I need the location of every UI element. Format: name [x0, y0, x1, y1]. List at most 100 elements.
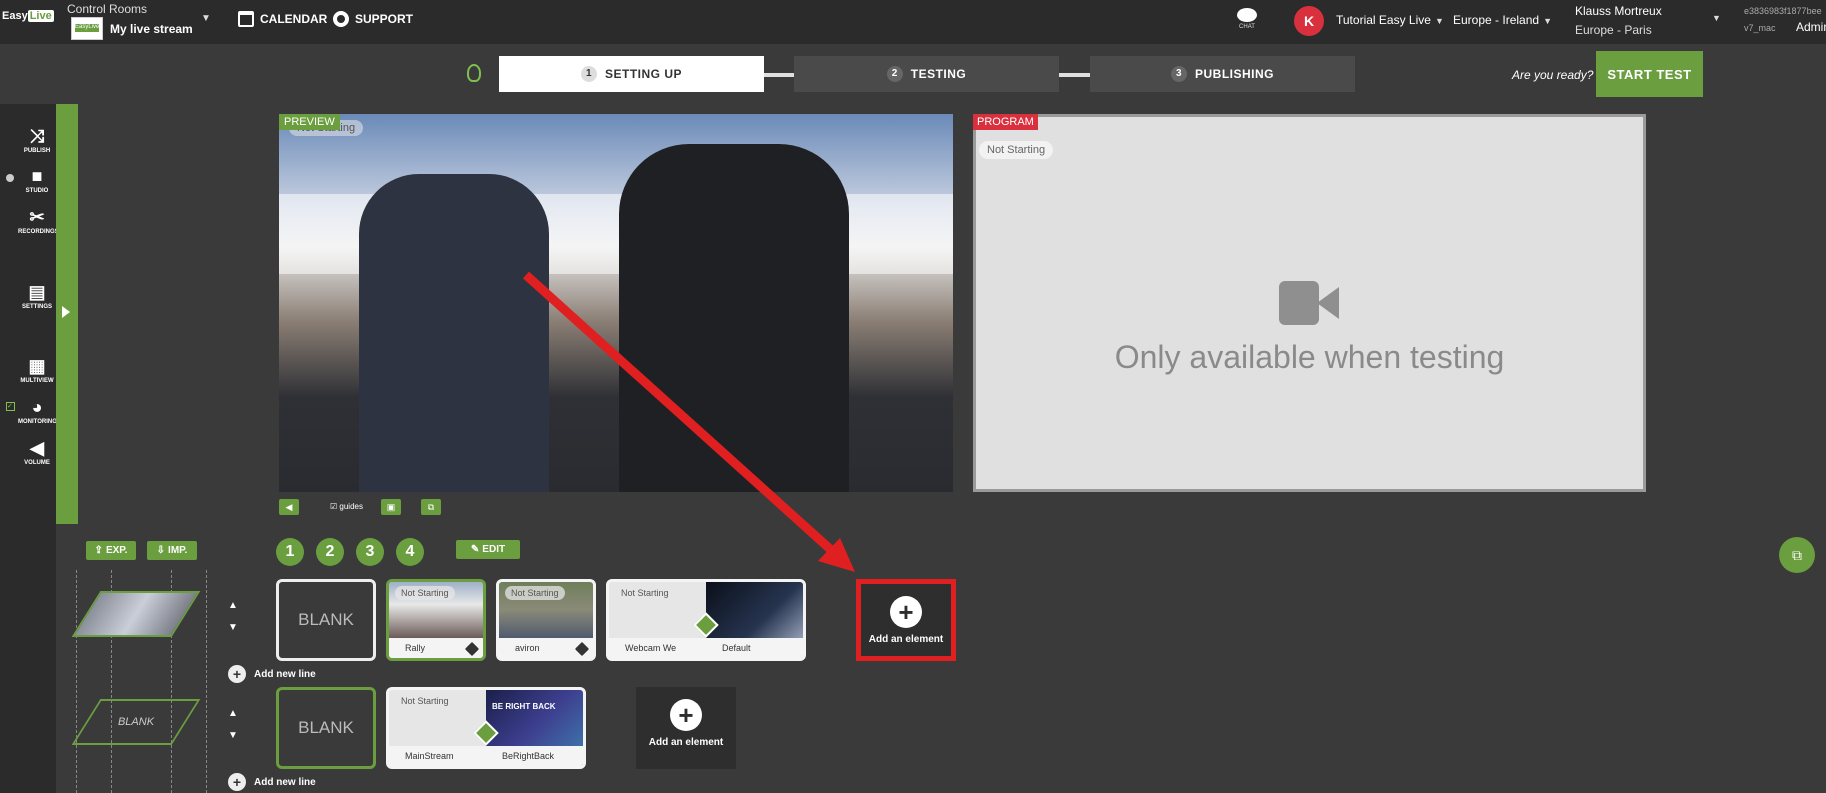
avatar[interactable]: K: [1294, 6, 1324, 36]
edit-button[interactable]: ✎ EDIT: [456, 540, 520, 559]
layout-icon[interactable]: ▣: [381, 499, 401, 515]
account-selector[interactable]: Tutorial Easy Live ▼: [1336, 13, 1444, 27]
move-down-icon[interactable]: ▼: [228, 622, 238, 633]
sidebar-item-label: MONITORING: [18, 419, 57, 425]
sidebar-item-multiview[interactable]: ▦ MULTIVIEW: [18, 356, 56, 384]
pencil-icon: ✎: [470, 544, 480, 555]
add-new-line-label: Add new line: [254, 776, 316, 788]
guides-label: guides: [339, 502, 363, 511]
logo-text: Easy: [2, 10, 28, 22]
chat-button[interactable]: CHAT: [1234, 8, 1260, 30]
step-bar: 1 SETTING UP 2 TESTING 3 PUBLISHING Are you…: [0, 44, 1826, 104]
status-badge: Not Starting: [395, 586, 455, 600]
sidebar-item-studio[interactable]: ■ STUDIO: [18, 166, 56, 194]
add-new-line-button[interactable]: + Add new line: [228, 773, 316, 791]
logo-live: Live: [27, 10, 54, 22]
blank-tile[interactable]: BLANK: [276, 687, 376, 769]
sidebar-item-recordings[interactable]: ✂ RECORDINGS: [18, 207, 59, 235]
guides-toggle[interactable]: ☑ guides: [330, 502, 363, 511]
add-element-label: Add an element: [648, 737, 724, 748]
plus-icon: +: [670, 699, 702, 731]
ready-prompt: Are you ready?: [1512, 68, 1594, 82]
add-new-line-button[interactable]: + Add new line: [228, 665, 316, 683]
start-test-button[interactable]: START TEST: [1596, 51, 1703, 97]
layer-button-3[interactable]: 3: [356, 538, 384, 566]
blank-label: BLANK: [117, 716, 155, 728]
chat-icon: [1237, 8, 1257, 22]
edit-label: EDIT: [482, 544, 506, 555]
caret-down-icon[interactable]: ▼: [201, 13, 211, 24]
step-number: 1: [580, 66, 597, 82]
upload-icon: ⇪: [94, 545, 103, 556]
scene-line-2-preview[interactable]: BLANK: [71, 699, 201, 745]
active-indicator: [6, 174, 14, 182]
logo[interactable]: Easy Live: [2, 10, 54, 30]
stream-selector[interactable]: My live stream: [110, 22, 193, 36]
sidebar-toggle[interactable]: [56, 104, 78, 524]
caret-down-icon[interactable]: ▼: [1712, 13, 1721, 23]
layer-button-2[interactable]: 2: [316, 538, 344, 566]
calendar-icon: [238, 11, 254, 27]
layer-button-4[interactable]: 4: [396, 538, 424, 566]
add-element-button[interactable]: + Add an element: [636, 687, 736, 769]
audio-button[interactable]: ◀: [279, 499, 299, 515]
step-label: PUBLISHING: [1194, 67, 1274, 81]
nav-calendar[interactable]: CALENDAR: [238, 11, 327, 27]
preview-person-right: [619, 144, 849, 492]
layer-button-1[interactable]: 1: [276, 538, 304, 566]
step-connector: [1059, 73, 1090, 77]
left-sidebar: ✓ ⤨ PUBLISH ■ STUDIO ✂ RECORDINGS ▤ SETTINGS…: [0, 104, 59, 793]
sidebar-item-label: VOLUME: [24, 460, 50, 466]
step-testing[interactable]: 2 TESTING: [794, 56, 1059, 92]
nav-support-label: SUPPORT: [355, 12, 414, 26]
status-badge: Not Starting: [615, 586, 675, 600]
export-button[interactable]: ⇪ EXP.: [86, 541, 136, 560]
step-label: TESTING: [910, 67, 967, 81]
step-setting-up[interactable]: 1 SETTING UP: [499, 56, 764, 92]
check-icon[interactable]: ✓: [6, 402, 15, 411]
sidebar-item-publish[interactable]: ⤨ PUBLISH: [18, 126, 56, 154]
move-down-icon[interactable]: ▼: [228, 730, 238, 741]
add-new-line-label: Add new line: [254, 668, 316, 680]
sidebar-item-label: STUDIO: [25, 188, 49, 194]
step-publishing[interactable]: 3 PUBLISHING: [1090, 56, 1355, 92]
program-message: Only available when testing: [1114, 339, 1505, 375]
grid-icon: ▦: [28, 356, 46, 376]
region-selector[interactable]: Europe - Ireland ▼: [1453, 13, 1552, 27]
element-tile-aviron[interactable]: Not Starting aviron: [496, 579, 596, 661]
role-label: Admin: [1796, 20, 1826, 34]
nav-support[interactable]: SUPPORT: [333, 11, 413, 27]
tile-caption: Default: [706, 638, 803, 658]
element-tile-rally[interactable]: Not Starting Rally: [386, 579, 486, 661]
sidebar-item-volume[interactable]: ◀ VOLUME: [18, 438, 56, 466]
plus-icon: +: [228, 665, 246, 683]
speaker-icon: ◀: [30, 438, 44, 458]
move-up-icon[interactable]: ▲: [228, 708, 238, 719]
step-connector: [764, 73, 794, 77]
lifebuoy-icon: [333, 11, 349, 27]
expand-icon[interactable]: ⧉: [1779, 537, 1815, 573]
nav-calendar-label: CALENDAR: [260, 12, 328, 26]
chevron-right-icon: [62, 306, 70, 318]
add-element-button[interactable]: + Add an element: [856, 579, 956, 661]
caret-down-icon: ▼: [1434, 16, 1444, 26]
plus-icon: +: [228, 773, 246, 791]
element-tile-mainstream-pair[interactable]: BE RIGHT BACK Not Starting MainStream Be…: [386, 687, 586, 769]
import-button[interactable]: ⇩ IMP.: [147, 541, 197, 560]
top-bar: Easy Live Control Rooms EasyLive My live …: [0, 0, 1826, 44]
sidebar-item-label: SETTINGS: [21, 304, 52, 310]
element-tile-webcam-pair[interactable]: Not Starting Webcam We Default: [606, 579, 806, 661]
sidebar-item-settings[interactable]: ▤ SETTINGS: [18, 282, 56, 310]
blank-tile[interactable]: BLANK: [276, 579, 376, 661]
preview-monitor[interactable]: [279, 114, 953, 492]
program-status-badge: Not Starting: [979, 141, 1054, 159]
user-name[interactable]: Klauss Mortreux: [1575, 4, 1662, 18]
tile-caption: Webcam We: [609, 638, 706, 658]
move-up-icon[interactable]: ▲: [228, 600, 238, 611]
caret-down-icon: ▼: [1543, 16, 1552, 26]
sidebar-item-label: RECORDINGS: [18, 229, 59, 235]
sidebar-item-monitoring[interactable]: ◕ MONITORING: [18, 397, 57, 425]
account-label: Tutorial Easy Live: [1336, 13, 1431, 27]
lightbulb-icon[interactable]: [467, 64, 481, 82]
popout-icon[interactable]: ⧉: [421, 499, 441, 515]
